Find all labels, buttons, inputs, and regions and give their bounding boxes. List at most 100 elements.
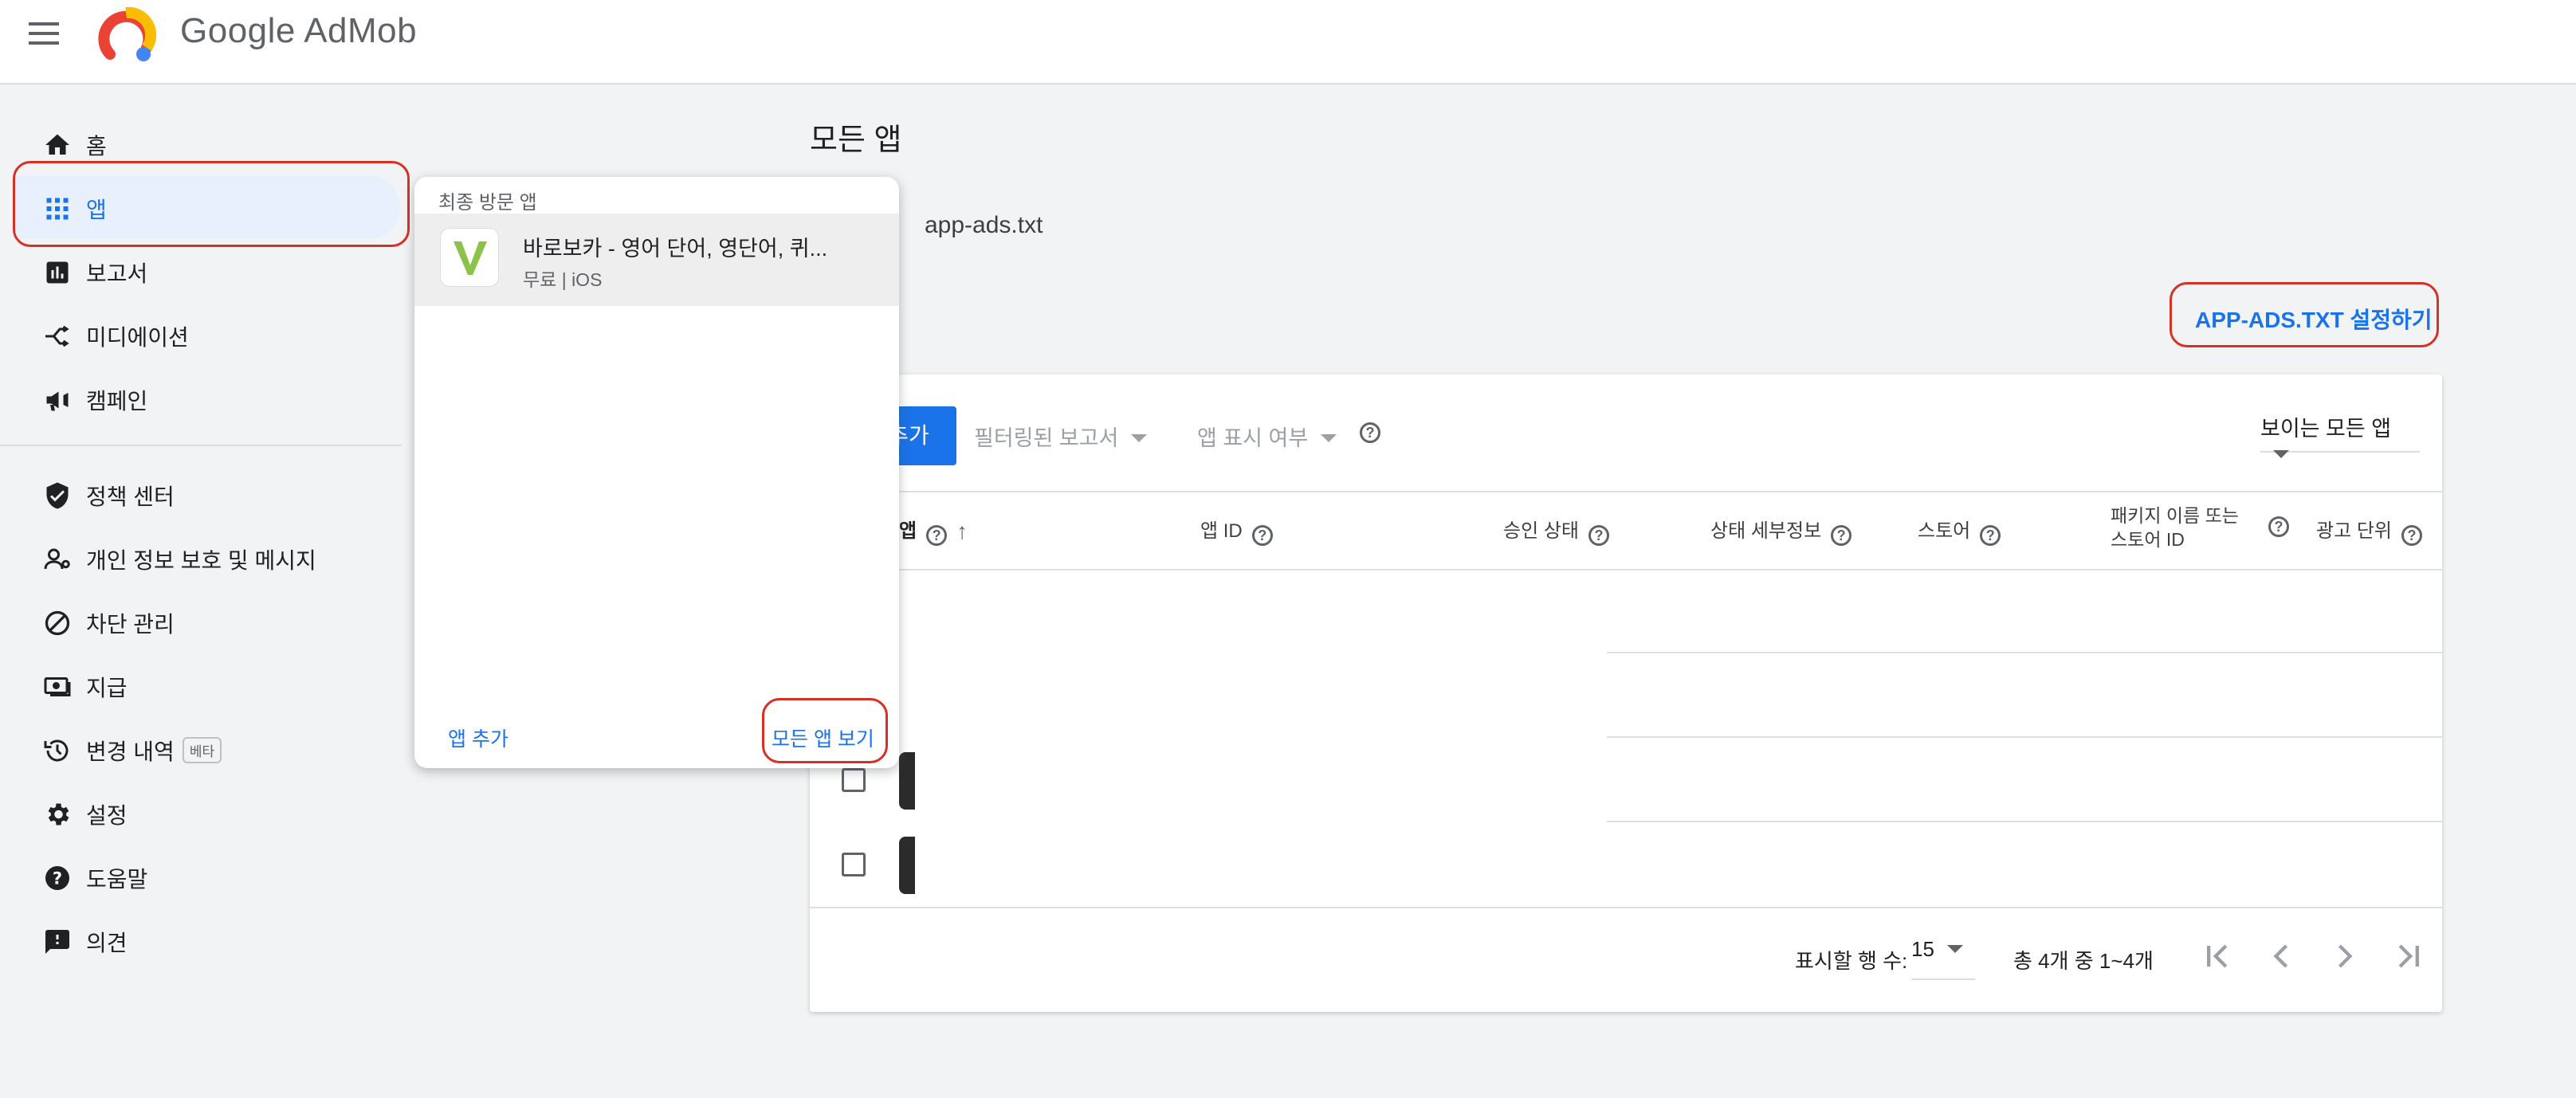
rows-per-page-select[interactable]: 15 bbox=[1911, 937, 1975, 980]
help-circle-icon[interactable]: ? bbox=[1980, 525, 2001, 546]
help-circle-icon[interactable]: ? bbox=[1831, 525, 1852, 546]
sidebar-item-policy-center[interactable]: 정책 센터 bbox=[14, 462, 400, 526]
admob-logo-icon bbox=[98, 6, 157, 61]
sidebar-item-label: 캠페인 bbox=[86, 389, 148, 414]
sidebar-item-help[interactable]: ? 도움말 bbox=[14, 845, 400, 908]
payments-icon bbox=[44, 677, 71, 696]
help-circle-icon[interactable]: ? bbox=[2401, 525, 2422, 546]
block-icon bbox=[45, 610, 70, 636]
feedback-icon bbox=[45, 930, 69, 954]
change-history-text: 변경 내역 bbox=[86, 739, 175, 764]
sidebar-item-label: 앱 bbox=[86, 198, 107, 222]
row-divider bbox=[1607, 821, 2442, 822]
column-header-store[interactable]: 스토어? bbox=[1918, 515, 2001, 546]
sidebar-item-label: 정책 센터 bbox=[86, 484, 175, 509]
help-circle-icon[interactable]: ? bbox=[1251, 525, 1273, 546]
first-page-icon[interactable] bbox=[2197, 935, 2238, 977]
app-visibility-label: 앱 표시 여부 bbox=[1197, 426, 1309, 450]
apps-table-card: 추가 필터링된 보고서 앱 표시 여부 ? 보이는 모든 앱 앱? ↑ 앱 ID?… bbox=[810, 374, 2442, 1012]
sidebar-item-blocking[interactable]: 차단 관리 bbox=[14, 590, 400, 653]
pagination-range: 총 4개 중 1~4개 bbox=[2013, 949, 2154, 973]
rows-per-page-label: 표시할 행 수: bbox=[1795, 949, 1908, 973]
help-circle-icon[interactable]: ? bbox=[1588, 525, 1609, 546]
brand-google: Google bbox=[180, 11, 296, 50]
filtered-report-dropdown[interactable]: 필터링된 보고서 bbox=[974, 421, 1148, 452]
sidebar-item-payments[interactable]: 지급 bbox=[14, 653, 400, 717]
help-circle-icon[interactable]: ? bbox=[926, 525, 948, 546]
sidebar-item-apps[interactable]: 앱 bbox=[14, 175, 400, 239]
setup-app-ads-txt-link[interactable]: APP-ADS.TXT 설정하기 bbox=[2195, 303, 2433, 335]
sidebar-item-campaigns[interactable]: 캠페인 bbox=[14, 367, 400, 430]
column-header-app[interactable]: 앱? ↑ bbox=[899, 515, 968, 546]
app-visibility-dropdown[interactable]: 앱 표시 여부 bbox=[1197, 421, 1337, 452]
popup-add-app-link[interactable]: 앱 추가 bbox=[448, 724, 509, 752]
app-thumbnail bbox=[899, 837, 915, 894]
column-header-approval-text: 승인 상태 bbox=[1503, 520, 1579, 542]
person-settings-icon bbox=[44, 548, 70, 570]
sidebar-item-label: 설정 bbox=[86, 803, 128, 828]
recent-apps-header: 최종 방문 앱 bbox=[438, 192, 537, 214]
hamburger-menu-icon[interactable] bbox=[27, 18, 62, 49]
help-icon: ? bbox=[45, 866, 69, 890]
page-title: 모든 앱 bbox=[810, 124, 902, 157]
column-header-ad-units[interactable]: 광고 단위? bbox=[2316, 515, 2422, 546]
brand-product: AdMob bbox=[304, 11, 418, 50]
chevron-down-icon bbox=[1131, 434, 1148, 442]
chevron-down-icon bbox=[2273, 450, 2289, 458]
next-page-icon[interactable] bbox=[2324, 935, 2366, 977]
brand-name: Google AdMob bbox=[180, 11, 417, 51]
recent-app-item[interactable]: 바로보카 - 영어 단어, 영단어, 퀴... 무료 | iOS bbox=[414, 214, 899, 306]
visible-apps-select[interactable]: 보이는 모든 앱 bbox=[2260, 411, 2420, 458]
column-header-package-line2: 스토어 ID bbox=[2111, 529, 2185, 550]
filtered-report-label: 필터링된 보고서 bbox=[974, 426, 1119, 450]
last-page-icon[interactable] bbox=[2388, 935, 2429, 977]
column-header-app-id[interactable]: 앱 ID? bbox=[1200, 515, 1273, 546]
column-header-ad-units-text: 광고 단위 bbox=[2316, 520, 2392, 542]
column-header-status-detail[interactable]: 상태 세부정보? bbox=[1710, 515, 1852, 546]
gear-icon bbox=[48, 803, 69, 825]
sidebar-item-mediation[interactable]: 미디에이션 bbox=[14, 303, 400, 367]
sidebar-item-label: 미디에이션 bbox=[86, 325, 189, 350]
rows-per-page-value: 15 bbox=[1911, 937, 1934, 961]
history-icon bbox=[44, 739, 69, 762]
sidebar-item-change-history[interactable]: 변경 내역 베타 bbox=[14, 717, 400, 781]
column-header-app-id-text: 앱 ID bbox=[1200, 520, 1243, 542]
bar-chart-icon bbox=[46, 261, 69, 284]
view-all-apps-link[interactable]: 모든 앱 보기 bbox=[772, 724, 874, 752]
table-header-divider bbox=[810, 569, 2442, 571]
apps-grid-icon bbox=[46, 198, 69, 220]
sidebar-item-label: 홈 bbox=[86, 134, 107, 159]
top-app-bar: Google AdMob bbox=[0, 0, 2576, 84]
column-header-package-line1: 패키지 이름 또는 bbox=[2111, 505, 2239, 526]
help-circle-icon[interactable]: ? bbox=[2268, 516, 2289, 537]
sidebar-item-label: 차단 관리 bbox=[86, 612, 175, 637]
column-header-store-text: 스토어 bbox=[1918, 520, 1971, 542]
previous-page-icon[interactable] bbox=[2260, 935, 2302, 977]
help-circle-icon[interactable]: ? bbox=[1360, 422, 1380, 443]
recent-app-subtitle: 무료 | iOS bbox=[523, 269, 603, 290]
row-divider bbox=[1607, 736, 2442, 738]
chevron-down-icon bbox=[1946, 945, 1963, 953]
sidebar-item-label: 보고서 bbox=[86, 261, 148, 286]
column-header-package[interactable]: 패키지 이름 또는 스토어 ID bbox=[2111, 504, 2239, 551]
row-divider bbox=[1607, 652, 2442, 653]
sidebar-item-home[interactable]: 홈 bbox=[14, 112, 400, 175]
sidebar-item-label: 변경 내역 베타 bbox=[86, 735, 222, 767]
chevron-down-icon bbox=[1321, 434, 1337, 442]
sidebar-item-reports[interactable]: 보고서 bbox=[14, 239, 400, 303]
row-checkbox[interactable] bbox=[842, 853, 866, 876]
sidebar-item-label: 지급 bbox=[86, 676, 128, 700]
column-header-approval-status[interactable]: 승인 상태? bbox=[1503, 515, 1609, 546]
sidebar-divider bbox=[0, 445, 402, 446]
shield-check-icon bbox=[46, 482, 69, 509]
row-checkbox[interactable] bbox=[842, 768, 866, 792]
arrow-up-icon[interactable]: ↑ bbox=[956, 519, 968, 544]
megaphone-icon bbox=[46, 391, 69, 411]
column-header-status-detail-text: 상태 세부정보 bbox=[1710, 520, 1822, 542]
sidebar-item-label: 의견 bbox=[86, 931, 128, 955]
beta-badge: 베타 bbox=[182, 737, 222, 763]
sidebar-item-feedback[interactable]: 의견 bbox=[14, 908, 400, 972]
svg-text:?: ? bbox=[53, 869, 62, 888]
sidebar-item-settings[interactable]: 설정 bbox=[14, 781, 400, 845]
sidebar-item-privacy[interactable]: 개인 정보 보호 및 메시지 bbox=[14, 526, 400, 590]
